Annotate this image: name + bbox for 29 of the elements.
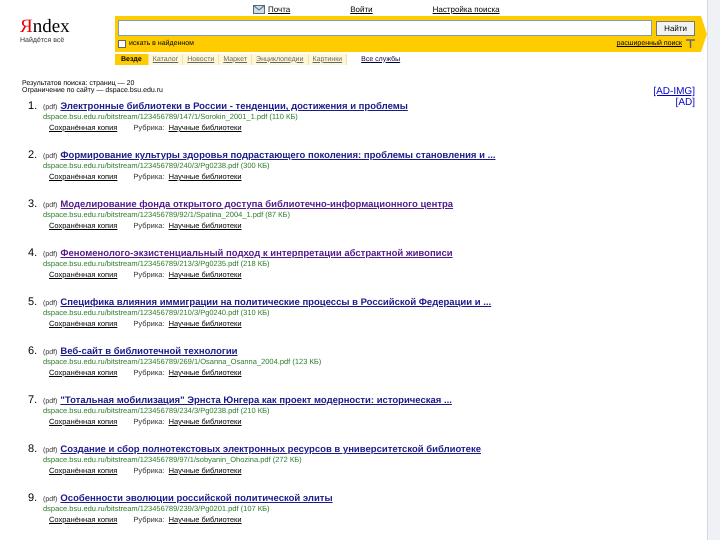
top-link[interactable]: Настройка поиска [432,4,500,14]
result-number: 5. [28,296,38,308]
result-title-link[interactable]: Феноменолого-экзистенциальный подход к интерпретации абстрактной живописи [60,248,453,259]
result-number: 1. [28,100,38,112]
checkbox[interactable] [118,40,126,48]
result-title-link[interactable]: Формирование культуры здоровья подрастающего поколения: проблемы становления и ... [60,150,496,161]
result-title-link[interactable]: Особенности эволюции российской политической элиты [60,493,333,504]
search-field[interactable] [118,20,652,36]
yandex-logo[interactable]: Яndex [20,18,70,36]
result-title-link[interactable]: Веб-сайт в библиотечной технологии [60,346,238,357]
result-title-link[interactable]: Создание и сбор полнотекстовых электронных ресурсов в университетской библиотеке [60,444,481,455]
search-button[interactable]: Найти [656,20,695,36]
result-title-link[interactable]: Специфика влияния иммиграции на политические процессы в Российской Федерации и ... [60,297,492,308]
result-number: 4. [28,247,38,259]
top-link[interactable]: Почта [268,4,290,14]
result-number: 7. [28,394,38,406]
result-number: 6. [28,345,38,357]
result-number: 3. [28,198,38,210]
result-number: 9. [28,492,38,504]
result-number: 2. [28,149,38,161]
scrollbar[interactable] [707,0,720,540]
ad-placeholder[interactable]: [AD] [676,97,695,108]
result-title-link[interactable]: Моделирование фонда открытого доступа библиотечно-информационного центра [60,199,454,210]
ad-placeholder[interactable]: [AD-IMG] [653,86,695,97]
result-number: 8. [28,443,38,455]
result-title-link[interactable]: Электронные библиотеки в России - тенденции, достижения и проблемы [60,101,408,112]
result-title-link[interactable]: "Тотальная мобилизация" Эрнста Юнгера как проект модерности: историческая ... [60,395,452,406]
top-link[interactable]: Войти [350,4,373,14]
pin-icon[interactable] [686,39,695,48]
